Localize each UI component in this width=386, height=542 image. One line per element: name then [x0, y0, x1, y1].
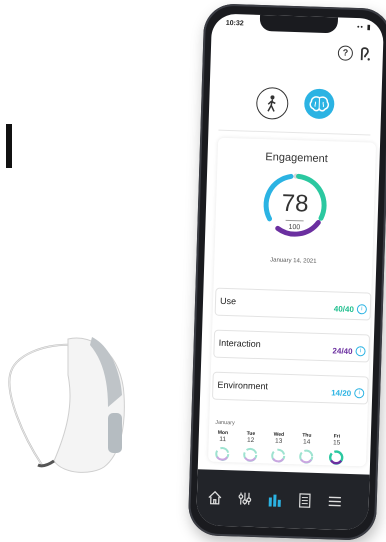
sliders-icon[interactable]: [237, 490, 253, 506]
engagement-date: January 14, 2021: [270, 257, 317, 265]
home-icon[interactable]: [207, 490, 223, 506]
person-walking-icon: [267, 95, 276, 112]
bar-chart-icon[interactable]: [267, 491, 283, 507]
day-date: 11: [219, 435, 227, 444]
help-icon[interactable]: ?: [337, 45, 354, 61]
engagement-score: 78: [281, 189, 309, 218]
divider: [218, 129, 371, 136]
metric-label: Environment: [217, 379, 269, 392]
checklist-icon[interactable]: [297, 492, 313, 508]
metric-label: Use: [219, 295, 237, 307]
brain-mode-button[interactable]: [303, 88, 335, 120]
metric-interaction[interactable]: Interaction 24/40 i: [213, 329, 371, 363]
notch: [259, 14, 339, 34]
calendar-day[interactable]: Fri 15: [325, 433, 349, 447]
status-icons: •• ▮: [356, 23, 372, 32]
day-ring-selected: [328, 450, 344, 465]
day-ring: [215, 446, 230, 461]
phone: 10:32 •• ▮ ? Engagement 78 100 January 1…: [187, 3, 386, 541]
info-icon[interactable]: i: [356, 304, 368, 315]
day-ring: [271, 448, 286, 463]
status-time: 10:32: [225, 19, 244, 28]
engagement-title: Engagement: [265, 151, 328, 166]
day-date: 15: [332, 439, 341, 447]
brain-icon: [309, 96, 330, 112]
black-bar-mark: [6, 124, 12, 168]
engagement-card: Engagement 78 100 January 14, 2021 Use 4…: [208, 137, 377, 467]
metric-environment[interactable]: Environment 14/20 i: [211, 371, 369, 405]
day-date: 14: [302, 438, 311, 446]
phone-frame: 10:32 •• ▮ ? Engagement 78 100 January 1…: [187, 3, 386, 541]
metric-use[interactable]: Use 40/40 i: [214, 287, 372, 321]
hearing-aid-image: [8, 337, 125, 473]
day-ring: [243, 447, 258, 462]
body-mode-button[interactable]: [255, 86, 289, 120]
day-date: 12: [246, 436, 255, 444]
phone-screen: 10:32 •• ▮ ? Engagement 78 100 January 1…: [196, 13, 384, 531]
menu-icon[interactable]: [327, 493, 343, 509]
metric-value: 40/40: [333, 304, 354, 315]
day-date: 13: [274, 437, 283, 445]
day-ring: [299, 449, 314, 464]
calendar-month: January: [215, 419, 235, 427]
calendar-day[interactable]: Mon 11: [211, 430, 235, 444]
metric-value: 24/40: [332, 346, 353, 357]
metric-value: 14/20: [331, 388, 352, 398]
info-icon[interactable]: i: [355, 346, 366, 357]
calendar-day[interactable]: Tue 12: [239, 430, 263, 444]
ear-icon[interactable]: [359, 46, 371, 61]
info-icon[interactable]: i: [354, 388, 365, 399]
metric-label: Interaction: [218, 337, 261, 350]
calendar-day[interactable]: Wed 13: [267, 431, 291, 445]
calendar-day[interactable]: Thu 14: [295, 432, 319, 446]
bottom-nav: [196, 469, 370, 531]
